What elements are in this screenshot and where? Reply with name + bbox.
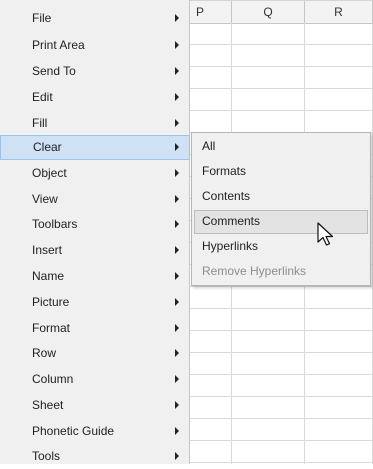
- menu-item-print-area[interactable]: Print Area: [0, 33, 190, 58]
- column-header-r[interactable]: R: [305, 1, 373, 23]
- column-header-q[interactable]: Q: [232, 1, 305, 23]
- column-header-row: P Q R: [190, 0, 373, 24]
- submenu-item-label: All: [202, 139, 216, 153]
- menu-item-format[interactable]: Format: [0, 316, 190, 341]
- submenu-item-hyperlinks[interactable]: Hyperlinks: [194, 235, 368, 259]
- menu-item-label: Name: [32, 269, 65, 283]
- chevron-right-icon: [175, 143, 179, 151]
- menu-item-object[interactable]: Object: [0, 161, 190, 186]
- menu-item-label: Edit: [32, 90, 53, 104]
- menu-item-label: Format: [32, 321, 71, 335]
- chevron-right-icon: [175, 375, 179, 383]
- chevron-right-icon: [175, 246, 179, 254]
- submenu-item-remove-hyperlinks: Remove Hyperlinks: [194, 260, 368, 284]
- chevron-right-icon: [175, 349, 179, 357]
- column-header-p[interactable]: P: [190, 1, 232, 23]
- menu-item-label: Toolbars: [32, 217, 78, 231]
- chevron-right-icon: [175, 401, 179, 409]
- submenu-item-label: Comments: [202, 214, 261, 228]
- menu-item-view[interactable]: View: [0, 187, 190, 212]
- chevron-right-icon: [175, 298, 179, 306]
- submenu-item-all[interactable]: All: [194, 135, 368, 159]
- mouse-pointer-icon: [317, 222, 334, 246]
- menu-item-column[interactable]: Column: [0, 367, 190, 392]
- chevron-right-icon: [175, 67, 179, 75]
- menu-item-label: File: [32, 11, 52, 25]
- menu-item-label: Insert: [32, 243, 63, 257]
- menu-item-label: Sheet: [32, 398, 64, 412]
- submenu-item-comments[interactable]: Comments: [194, 210, 368, 234]
- chevron-right-icon: [175, 169, 179, 177]
- chevron-right-icon: [175, 93, 179, 101]
- chevron-right-icon: [175, 119, 179, 127]
- chevron-right-icon: [175, 220, 179, 228]
- submenu-item-formats[interactable]: Formats: [194, 160, 368, 184]
- menu-item-label: Tools: [32, 449, 61, 463]
- menu-item-edit[interactable]: Edit: [0, 85, 190, 110]
- submenu-item-contents[interactable]: Contents: [194, 185, 368, 209]
- menu-item-file[interactable]: File: [0, 6, 190, 31]
- menu-item-label: View: [32, 192, 58, 206]
- submenu-item-label: Remove Hyperlinks: [202, 264, 307, 278]
- menu-item-phonetic-guide[interactable]: Phonetic Guide: [0, 419, 190, 444]
- chevron-right-icon: [175, 427, 179, 435]
- chevron-right-icon: [175, 324, 179, 332]
- menu-item-send-to[interactable]: Send To: [0, 59, 190, 84]
- chevron-right-icon: [175, 41, 179, 49]
- clear-submenu: All Formats Contents Comments Hyperlinks…: [191, 132, 371, 286]
- chevron-right-icon: [175, 452, 179, 460]
- menu-item-tools[interactable]: Tools: [0, 444, 190, 469]
- menu-item-label: Picture: [32, 295, 70, 309]
- menu-item-label: Phonetic Guide: [32, 424, 115, 438]
- menu-item-label: Column: [32, 372, 74, 386]
- chevron-right-icon: [175, 14, 179, 22]
- menu-item-label: Clear: [33, 140, 62, 154]
- menu-item-label: Row: [32, 346, 57, 360]
- menu-item-insert[interactable]: Insert: [0, 238, 190, 263]
- menu-item-label: Fill: [32, 116, 48, 130]
- context-menu: File Print Area Send To Edit Fill Clear …: [0, 0, 190, 464]
- submenu-item-label: Hyperlinks: [202, 239, 259, 253]
- menu-item-label: Print Area: [32, 38, 85, 52]
- menu-item-fill[interactable]: Fill: [0, 111, 190, 136]
- submenu-item-label: Contents: [202, 189, 251, 203]
- menu-item-clear[interactable]: Clear: [0, 135, 190, 160]
- menu-item-name[interactable]: Name: [0, 264, 190, 289]
- menu-item-picture[interactable]: Picture: [0, 290, 190, 315]
- submenu-item-label: Formats: [202, 164, 247, 178]
- menu-item-toolbars[interactable]: Toolbars: [0, 212, 190, 237]
- menu-item-label: Object: [32, 166, 67, 180]
- menu-item-row[interactable]: Row: [0, 341, 190, 366]
- menu-item-label: Send To: [32, 64, 76, 78]
- chevron-right-icon: [175, 195, 179, 203]
- menu-item-sheet[interactable]: Sheet: [0, 393, 190, 418]
- chevron-right-icon: [175, 272, 179, 280]
